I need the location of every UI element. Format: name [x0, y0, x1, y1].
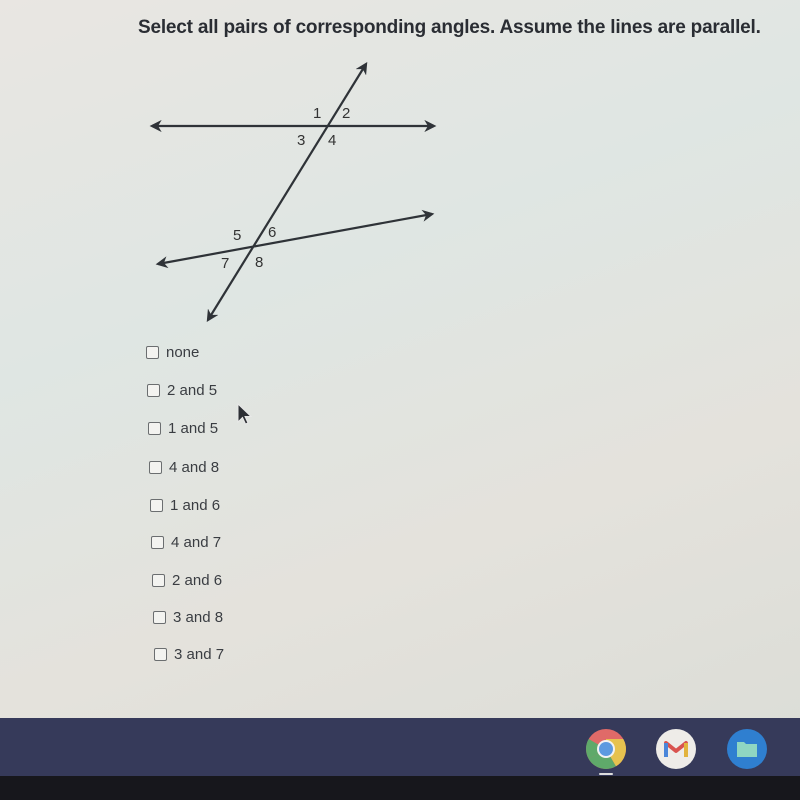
files-app-button[interactable]	[727, 729, 767, 769]
checkbox[interactable]	[146, 346, 159, 359]
gmail-icon	[656, 729, 696, 769]
gmail-app-button[interactable]	[656, 729, 696, 769]
bottom-line	[155, 209, 435, 269]
option-4-and-8[interactable]: 4 and 8	[149, 459, 219, 476]
option-4-and-7[interactable]: 4 and 7	[151, 534, 221, 551]
angle-label-4: 4	[328, 132, 336, 149]
checkbox[interactable]	[148, 422, 161, 435]
option-2-and-6[interactable]: 2 and 6	[152, 572, 222, 589]
running-indicator	[599, 773, 613, 775]
checkbox[interactable]	[151, 536, 164, 549]
angle-label-7: 7	[221, 255, 229, 272]
mouse-pointer-icon	[237, 403, 253, 425]
option-1-and-6[interactable]: 1 and 6	[150, 497, 220, 514]
checkbox[interactable]	[147, 384, 160, 397]
option-2-and-5[interactable]: 2 and 5	[147, 382, 217, 399]
angle-label-6: 6	[268, 224, 276, 241]
angle-label-8: 8	[255, 254, 263, 271]
files-icon	[727, 729, 767, 769]
checkbox[interactable]	[149, 461, 162, 474]
checkbox[interactable]	[154, 648, 167, 661]
angle-diagram: 1 2 3 4 5 6 7 8	[149, 61, 437, 323]
option-3-and-8[interactable]: 3 and 8	[153, 609, 223, 626]
chrome-app-button[interactable]	[586, 729, 626, 769]
transversal-line	[206, 61, 368, 323]
option-3-and-7[interactable]: 3 and 7	[154, 646, 224, 663]
chrome-icon	[586, 729, 626, 769]
checkbox[interactable]	[150, 499, 163, 512]
checkbox[interactable]	[152, 574, 165, 587]
angle-label-5: 5	[233, 227, 241, 244]
option-none[interactable]: none	[146, 344, 199, 361]
checkbox[interactable]	[153, 611, 166, 624]
angle-label-2: 2	[342, 105, 350, 122]
chromeos-shelf	[0, 718, 800, 776]
angle-label-1: 1	[313, 105, 321, 122]
screen-bezel	[0, 776, 800, 800]
quiz-page: Select all pairs of corresponding angles…	[0, 0, 800, 718]
option-1-and-5[interactable]: 1 and 5	[148, 420, 218, 437]
angle-label-3: 3	[297, 132, 305, 149]
